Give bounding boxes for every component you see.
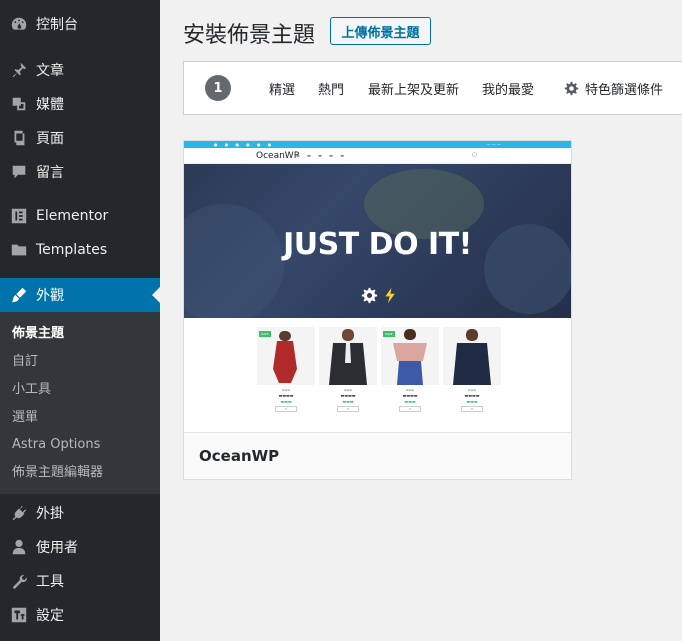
feature-filter-label: 特色篩選條件 (585, 83, 664, 98)
preview-topbar-links: — — — (486, 142, 501, 147)
theme-card-footer: OceanWP (184, 432, 571, 479)
submenu-customize[interactable]: 自訂 (12, 351, 38, 373)
theme-name: OceanWP (199, 447, 280, 465)
menu-dashboard[interactable]: 控制台 (0, 7, 160, 41)
filter-popular[interactable]: 熱門 (318, 79, 344, 98)
folder-icon (9, 240, 29, 260)
menu-label: 外觀 (36, 288, 64, 304)
menu-label: 媒體 (36, 97, 64, 113)
menu-elementor[interactable]: Elementor (0, 199, 160, 233)
menu-label: 使用者 (36, 540, 78, 556)
menu-label: 控制台 (36, 17, 78, 33)
menu-label: Elementor (36, 208, 109, 224)
menu-label: 頁面 (36, 131, 64, 147)
theme-screenshot: ● ● ● ● ● ● — — — OceanWP ▬ ▬ ▬ ▬ ▬ ▢ JU… (184, 141, 571, 432)
gear-icon (564, 81, 579, 96)
brush-icon (9, 285, 29, 305)
menu-label: 留言 (36, 165, 64, 181)
product-card: SALE ▬▬▬ ▬▬▬▬ ▬▬▬ ▭ (381, 327, 439, 425)
menu-appearance[interactable]: 外觀 (0, 278, 160, 312)
menu-tools[interactable]: 工具 (0, 564, 160, 598)
theme-card[interactable]: ● ● ● ● ● ● — — — OceanWP ▬ ▬ ▬ ▬ ▬ ▢ JU… (183, 140, 572, 480)
preview-topbar: ● ● ● ● ● ● — — — (184, 141, 571, 148)
menu-comments[interactable]: 留言 (0, 155, 160, 189)
menu-label: 設定 (36, 608, 64, 624)
preview-products: SALE ▬▬▬ ▬▬▬▬ ▬▬▬ ▭ ▬▬▬ ▬▬▬▬ ▬▬▬ ▭ SALE ▬▬▬ ▬▬▬… (257, 327, 502, 425)
menu-media[interactable]: 媒體 (0, 87, 160, 121)
settings-icon (9, 605, 29, 625)
menu-label: 外掛 (36, 506, 64, 522)
filter-latest[interactable]: 最新上架及更新 (368, 79, 459, 98)
upload-theme-button[interactable]: 上傳佈景主題 (330, 17, 431, 45)
product-card: SALE ▬▬▬ ▬▬▬▬ ▬▬▬ ▭ (257, 327, 315, 425)
user-icon (9, 537, 29, 557)
menu-posts[interactable]: 文章 (0, 53, 160, 87)
menu-label: Templates (36, 242, 108, 258)
menu-templates[interactable]: Templates (0, 233, 160, 267)
preview-navbar: OceanWP ▬ ▬ ▬ ▬ ▬ ▢ (184, 148, 571, 164)
product-card: ▬▬▬ ▬▬▬▬ ▬▬▬ ▭ (319, 327, 377, 425)
preview-hero-text: JUST DO IT! (283, 227, 472, 262)
comments-icon (9, 162, 29, 182)
pages-icon (9, 128, 29, 148)
active-indicator (152, 287, 160, 303)
page-title: 安裝佈景主題 (183, 23, 316, 48)
menu-users[interactable]: 使用者 (0, 530, 160, 564)
preview-cart-icon: ▢ (472, 152, 477, 158)
preview-logo: OceanWP (256, 151, 300, 161)
pin-icon (9, 60, 29, 80)
submenu-themes[interactable]: 佈景主題 (12, 323, 64, 345)
elementor-icon (9, 206, 29, 226)
preview-hero-icons (361, 287, 399, 304)
media-icon (9, 94, 29, 114)
plugin-icon (9, 503, 29, 523)
menu-settings[interactable]: 設定 (0, 598, 160, 632)
appearance-submenu: 佈景主題 自訂 小工具 選單 Astra Options 佈景主題編輯器 (0, 312, 160, 494)
theme-count-badge: 1 (205, 75, 231, 101)
submenu-astra-options[interactable]: Astra Options (12, 434, 100, 456)
product-card: ▬▬▬ ▬▬▬▬ ▬▬▬ ▭ (443, 327, 501, 425)
preview-social-icons: ● ● ● ● ● ● (214, 142, 275, 147)
menu-label: 工具 (36, 574, 64, 590)
lightning-icon (385, 287, 395, 304)
preview-hero: JUST DO IT! (184, 164, 571, 318)
dashboard-icon (9, 14, 29, 34)
filter-featured[interactable]: 精選 (269, 79, 295, 98)
gear-icon (361, 287, 378, 304)
submenu-menus[interactable]: 選單 (12, 407, 38, 429)
submenu-widgets[interactable]: 小工具 (12, 379, 51, 401)
admin-sidebar: 控制台 文章 媒體 頁面 留言 Elementor Templates 外觀 佈… (0, 0, 160, 641)
menu-plugins[interactable]: 外掛 (0, 496, 160, 530)
submenu-theme-editor[interactable]: 佈景主題編輯器 (12, 462, 103, 484)
menu-label: 文章 (36, 63, 64, 79)
theme-filter-bar: 1 精選 熱門 最新上架及更新 我的最愛 特色篩選條件 (183, 61, 682, 115)
wrench-icon (9, 571, 29, 591)
menu-pages[interactable]: 頁面 (0, 121, 160, 155)
feature-filter-button[interactable]: 特色篩選條件 (564, 79, 663, 98)
filter-favorites[interactable]: 我的最愛 (482, 79, 534, 98)
preview-nav-links: ▬ ▬ ▬ ▬ ▬ (296, 153, 344, 158)
